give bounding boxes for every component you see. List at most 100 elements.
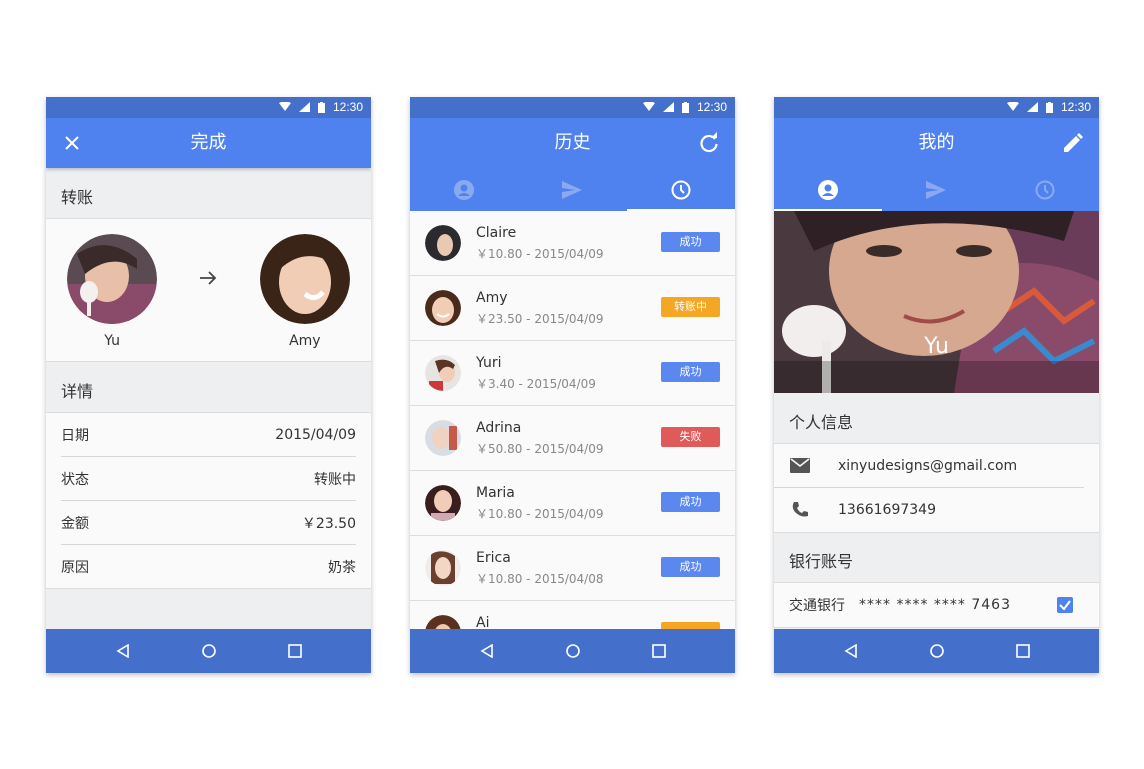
email-icon [790,458,810,473]
status-bar: 12:30 [774,97,1099,118]
contact-name: Maria [476,485,515,501]
avatar [425,420,461,456]
transfer-card: Yu Amy [46,218,371,362]
profile-screen: 12:30 我的 Yu 个人信息 xinyudesigns@gmail.com … [774,97,1099,673]
status-bar: 12:30 [410,97,735,118]
signal-icon [662,102,674,112]
edit-icon[interactable] [1061,131,1085,155]
status-badge: 成功 [661,362,720,382]
avatar [425,225,461,261]
amount-date: ￥10.80 - 2015/04/09 [476,507,604,521]
recents-icon[interactable] [287,644,302,658]
detail-label: 日期 [61,427,89,444]
tab-bar [774,168,1099,211]
close-icon[interactable] [60,131,84,155]
list-item[interactable]: Adrina ￥50.80 - 2015/04/09 失败 [410,406,735,471]
contact-name: Adrina [476,420,522,436]
back-icon[interactable] [843,644,858,658]
clock-icon [1035,180,1055,199]
profile-hero-image: Yu [774,211,1099,393]
tab-bar [410,168,735,211]
back-icon[interactable] [479,644,494,658]
app-bar: 完成 [46,118,371,168]
phone-row[interactable]: 13661697349 [774,488,1099,532]
detail-value: 奶茶 [328,560,356,576]
recipient[interactable]: Amy [259,234,350,349]
bank-number: **** **** **** 7463 [859,597,1011,613]
system-nav-bar [46,629,371,673]
page-title: 我的 [918,132,955,153]
tab-send[interactable] [518,168,626,211]
back-icon[interactable] [115,644,130,658]
avatar [67,234,158,324]
contact-name: Ai [476,615,490,629]
list-item[interactable]: Amy ￥23.50 - 2015/04/09 转账中 [410,276,735,341]
profile-name: Yu [924,334,949,359]
detail-row-status: 状态 转账中 [61,457,356,501]
amount-date: ￥23.50 - 2015/04/09 [476,312,604,326]
battery-icon [681,101,689,113]
details-card: 日期 2015/04/09 状态 转账中 金额 ￥23.50 原因 奶茶 [46,412,371,589]
page-title: 历史 [554,132,591,153]
phone-value: 13661697349 [838,502,936,518]
wifi-icon [642,102,655,111]
tab-history[interactable] [991,168,1099,211]
bank-account-header: 银行账号 [789,552,854,571]
wifi-icon [278,102,291,111]
status-badge: 转账中 [661,297,720,317]
recents-icon[interactable] [1015,644,1030,658]
email-row[interactable]: xinyudesigns@gmail.com [774,444,1084,488]
avatar [425,485,461,521]
tab-history[interactable] [626,168,735,211]
refresh-icon[interactable] [697,131,721,155]
detail-row-amount: 金额 ￥23.50 [61,501,356,545]
detail-label: 原因 [61,560,89,576]
detail-row-date: 日期 2015/04/09 [61,413,356,457]
list-item[interactable]: Ai [410,601,735,629]
bank-account-row[interactable]: 交通银行 **** **** **** 7463 [774,583,1099,627]
system-nav-bar [410,629,735,673]
account-icon [818,179,839,200]
arrow-right-icon [199,267,217,291]
avatar [425,355,461,391]
status-badge: 成功 [661,232,720,252]
send-icon [562,180,583,199]
home-icon[interactable] [565,644,580,658]
page-title: 完成 [190,132,227,153]
email-value: xinyudesigns@gmail.com [838,457,1018,474]
status-badge [661,622,720,629]
detail-row-reason: 原因 奶茶 [61,545,356,589]
sender[interactable]: Yu [67,234,158,349]
tab-profile[interactable] [774,168,883,211]
status-badge: 失败 [661,427,720,447]
avatar [259,234,350,324]
bank-account-card: 交通银行 **** **** **** 7463 [774,582,1099,628]
status-time: 12:30 [332,100,363,114]
recents-icon[interactable] [651,644,666,658]
history-list: Claire ￥10.80 - 2015/04/09 成功 Amy ￥23.50… [410,211,735,629]
system-nav-bar [774,629,1099,673]
list-item[interactable]: Erica ￥10.80 - 2015/04/08 成功 [410,536,735,601]
app-bar: 历史 [410,118,735,211]
list-item[interactable]: Maria ￥10.80 - 2015/04/09 成功 [410,471,735,536]
detail-value: 转账中 [314,471,356,488]
bank-name: 交通银行 [789,598,845,614]
home-icon[interactable] [201,644,216,658]
account-icon [454,179,475,200]
status-badge: 成功 [661,557,720,577]
avatar [425,550,461,586]
tab-profile[interactable] [410,168,518,211]
checkbox-checked-icon[interactable] [1057,597,1073,613]
sender-name: Yu [104,333,121,349]
amount-date: ￥3.40 - 2015/04/09 [476,377,596,391]
wifi-icon [1006,102,1019,111]
list-item[interactable]: Claire ￥10.80 - 2015/04/09 成功 [410,211,735,276]
app-bar: 我的 [774,118,1099,211]
list-item[interactable]: Yuri ￥3.40 - 2015/04/09 成功 [410,341,735,406]
contact-name: Amy [476,290,508,306]
home-icon[interactable] [929,644,944,658]
tab-send[interactable] [882,168,990,211]
details-section-header: 详情 [61,382,94,401]
status-time: 12:30 [1060,100,1091,114]
status-time: 12:30 [696,100,727,114]
